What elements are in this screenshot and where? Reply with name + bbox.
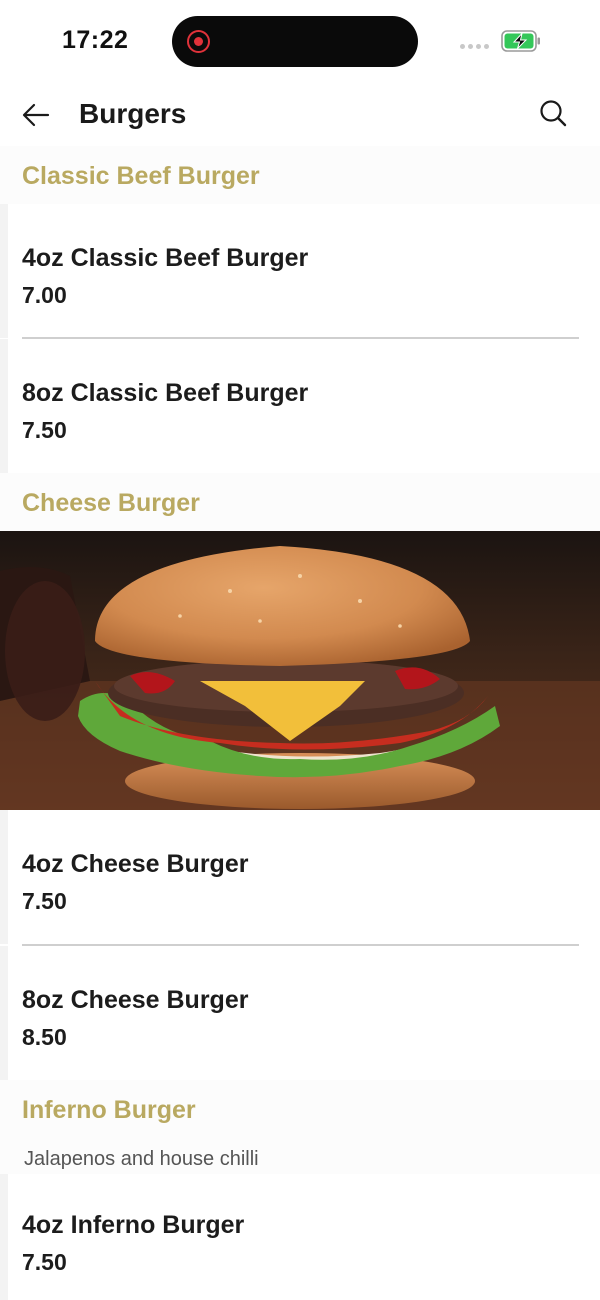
section-header-cheese: Cheese Burger	[0, 473, 600, 531]
section-description: Jalapenos and house chilli	[24, 1148, 259, 1170]
item-name: 4oz Classic Beef Burger	[22, 244, 309, 272]
menu-item[interactable]: 4oz Classic Beef Burger 7.00	[0, 204, 600, 338]
arrow-left-icon[interactable]	[18, 96, 56, 134]
section-header-classic: Classic Beef Burger	[0, 146, 600, 204]
cheeseburger-photo	[0, 531, 600, 810]
menu-item[interactable]: 4oz Cheese Burger 7.50	[0, 810, 600, 944]
search-icon[interactable]	[536, 96, 572, 132]
item-name: 8oz Classic Beef Burger	[22, 379, 309, 407]
item-price: 7.50	[22, 888, 67, 914]
section-title: Inferno Burger	[22, 1096, 196, 1124]
status-bar: 17:22	[0, 0, 600, 84]
dynamic-island	[172, 16, 418, 67]
item-name: 4oz Cheese Burger	[22, 850, 249, 878]
screen-recording-icon	[187, 30, 210, 53]
page-title: Burgers	[79, 98, 187, 129]
menu-item[interactable]: 8oz Classic Beef Burger 7.50	[0, 339, 600, 473]
item-price: 7.50	[22, 1249, 67, 1275]
item-price: 7.00	[22, 282, 67, 308]
section-title: Classic Beef Burger	[22, 162, 260, 190]
status-time: 17:22	[62, 26, 129, 54]
item-name: 4oz Inferno Burger	[22, 1211, 245, 1239]
item-name: 8oz Cheese Burger	[22, 986, 249, 1014]
section-header-inferno: Inferno Burger Jalapenos and house chill…	[0, 1080, 600, 1176]
section-title: Cheese Burger	[22, 489, 200, 517]
item-price: 8.50	[22, 1024, 67, 1050]
cellular-signal-icon	[460, 44, 489, 49]
battery-charging-icon	[501, 30, 540, 52]
app-header: Burgers	[0, 84, 600, 146]
menu-item[interactable]: 8oz Cheese Burger 8.50	[0, 946, 600, 1080]
menu-item[interactable]: 4oz Inferno Burger 7.50	[0, 1174, 600, 1300]
item-price: 7.50	[22, 417, 67, 443]
